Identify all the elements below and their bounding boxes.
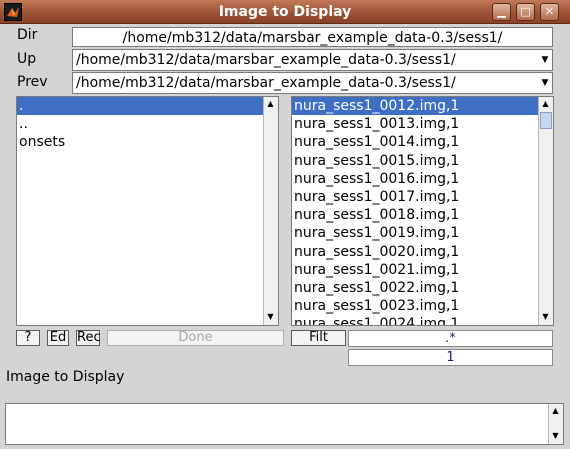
list-item[interactable]: nura_sess1_0017.img,1 <box>292 188 553 206</box>
file-scrollbar[interactable]: ▲ ▼ <box>538 97 553 325</box>
scroll-up-icon[interactable]: ▲ <box>549 404 562 418</box>
selected-items-box[interactable] <box>5 403 564 445</box>
directory-scrollbar[interactable]: ▲ ▼ <box>263 97 278 325</box>
list-item[interactable]: onsets <box>17 133 278 151</box>
rec-button[interactable]: Rec <box>76 330 101 346</box>
dir-field[interactable]: /home/mb312/data/marsbar_example_data-0.… <box>72 27 553 47</box>
list-item[interactable]: nura_sess1_0015.img,1 <box>292 152 553 170</box>
list-item[interactable]: nura_sess1_0012.img,1 <box>292 97 553 116</box>
up-dropdown[interactable]: /home/mb312/data/marsbar_example_data-0.… <box>72 49 553 71</box>
list-item[interactable]: nura_sess1_0024.img,1 <box>292 315 553 325</box>
list-item[interactable]: nura_sess1_0021.img,1 <box>292 261 553 279</box>
up-dropdown-value: /home/mb312/data/marsbar_example_data-0.… <box>76 52 456 68</box>
chevron-down-icon[interactable]: ▼ <box>539 73 551 93</box>
filter-pattern-input[interactable]: .* <box>348 330 553 347</box>
scroll-down-icon[interactable]: ▼ <box>264 310 277 324</box>
list-item[interactable]: .. <box>17 115 278 133</box>
list-item[interactable]: nura_sess1_0020.img,1 <box>292 243 553 261</box>
up-label: Up <box>17 51 37 67</box>
prev-dropdown-value: /home/mb312/data/marsbar_example_data-0.… <box>76 75 456 91</box>
list-item[interactable]: nura_sess1_0013.img,1 <box>292 115 553 133</box>
prev-label: Prev <box>17 74 48 90</box>
list-item[interactable]: nura_sess1_0016.img,1 <box>292 170 553 188</box>
chevron-down-icon[interactable]: ▼ <box>539 50 551 70</box>
help-button[interactable]: ? <box>16 330 40 346</box>
list-item[interactable]: nura_sess1_0023.img,1 <box>292 297 553 315</box>
maximize-icon[interactable]: □ <box>516 3 535 21</box>
scroll-thumb[interactable] <box>540 112 552 129</box>
scroll-up-icon[interactable]: ▲ <box>539 97 552 111</box>
list-item[interactable]: nura_sess1_0014.img,1 <box>292 133 553 151</box>
minimize-icon[interactable]: ▁ <box>492 3 511 21</box>
file-list[interactable]: nura_sess1_0012.img,1 nura_sess1_0013.im… <box>291 96 554 326</box>
list-item[interactable]: . <box>17 97 278 116</box>
filter-button[interactable]: Filt <box>291 330 346 346</box>
list-item[interactable]: nura_sess1_0019.img,1 <box>292 224 553 242</box>
scroll-down-icon[interactable]: ▼ <box>549 429 562 443</box>
scroll-down-icon[interactable]: ▼ <box>539 310 552 324</box>
ed-button[interactable]: Ed <box>47 330 69 346</box>
prev-dropdown[interactable]: /home/mb312/data/marsbar_example_data-0.… <box>72 72 553 94</box>
selection-count-input[interactable]: 1 <box>348 349 553 366</box>
list-item[interactable]: nura_sess1_0018.img,1 <box>292 206 553 224</box>
window-title: Image to Display <box>218 4 352 20</box>
close-icon[interactable]: ✕ <box>540 3 559 21</box>
directory-list[interactable]: . .. onsets <box>16 96 279 326</box>
selected-scrollbar[interactable]: ▲ ▼ <box>548 404 563 444</box>
done-button[interactable]: Done <box>107 330 284 346</box>
dir-label: Dir <box>17 27 38 43</box>
prompt-label: Image to Display <box>6 369 125 385</box>
list-item[interactable]: nura_sess1_0022.img,1 <box>292 279 553 297</box>
scroll-up-icon[interactable]: ▲ <box>264 97 277 111</box>
